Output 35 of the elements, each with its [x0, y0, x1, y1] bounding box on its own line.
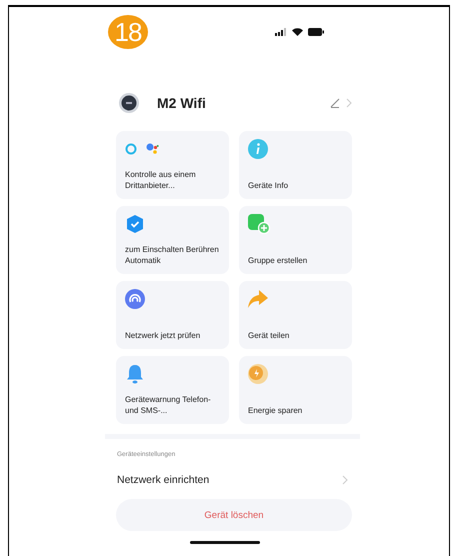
edit-icon[interactable]: [330, 98, 340, 108]
chevron-right-icon: [342, 475, 348, 485]
signal-ring-icon: [125, 289, 145, 309]
tile-label: Gerät teilen: [248, 330, 290, 341]
battery-icon: [308, 28, 324, 36]
check-badge-icon: [125, 214, 145, 234]
feature-tile[interactable]: Gruppe erstellen: [239, 206, 352, 274]
tile-label: Energie sparen: [248, 405, 304, 416]
home-indicator: [190, 541, 260, 544]
add-group-icon: [248, 214, 270, 234]
tile-label: Netzwerk jetzt prüfen: [125, 330, 202, 341]
feature-tile[interactable]: Geräte Info: [239, 131, 352, 199]
tile-label: zum Einschalten Berühren Automatik: [125, 244, 220, 266]
thermostat-icon: [119, 93, 139, 113]
feature-tile[interactable]: Gerät teilen: [239, 281, 352, 349]
wifi-icon: [292, 28, 303, 36]
feature-tile[interactable]: Energie sparen: [239, 356, 352, 424]
ring-icon: [125, 143, 137, 155]
tile-label: Gruppe erstellen: [248, 255, 308, 266]
feature-tile[interactable]: Netzwerk jetzt prüfen: [116, 281, 229, 349]
feature-tile[interactable]: Gerätewarnung Telefon- und SMS-...: [116, 356, 229, 424]
tile-label: Kontrolle aus einem Drittanbieter...: [125, 169, 197, 191]
settings-row[interactable]: Netzwerk einrichten: [117, 474, 348, 486]
device-name: M2 Wifi: [157, 95, 207, 111]
dots-icon: [146, 143, 159, 155]
bell-icon: [125, 364, 145, 384]
step-badge: 18: [108, 15, 148, 49]
share-arrow-icon: [248, 290, 268, 308]
feature-tile[interactable]: Kontrolle aus einem Drittanbieter...: [116, 131, 229, 199]
tile-label: Gerätewarnung Telefon- und SMS-...: [125, 394, 212, 416]
info-icon: [248, 139, 268, 159]
feature-tile[interactable]: zum Einschalten Berühren Automatik: [116, 206, 229, 274]
tile-label: Geräte Info: [248, 180, 290, 191]
energy-icon: [248, 364, 268, 384]
signal-icon: [275, 28, 287, 36]
